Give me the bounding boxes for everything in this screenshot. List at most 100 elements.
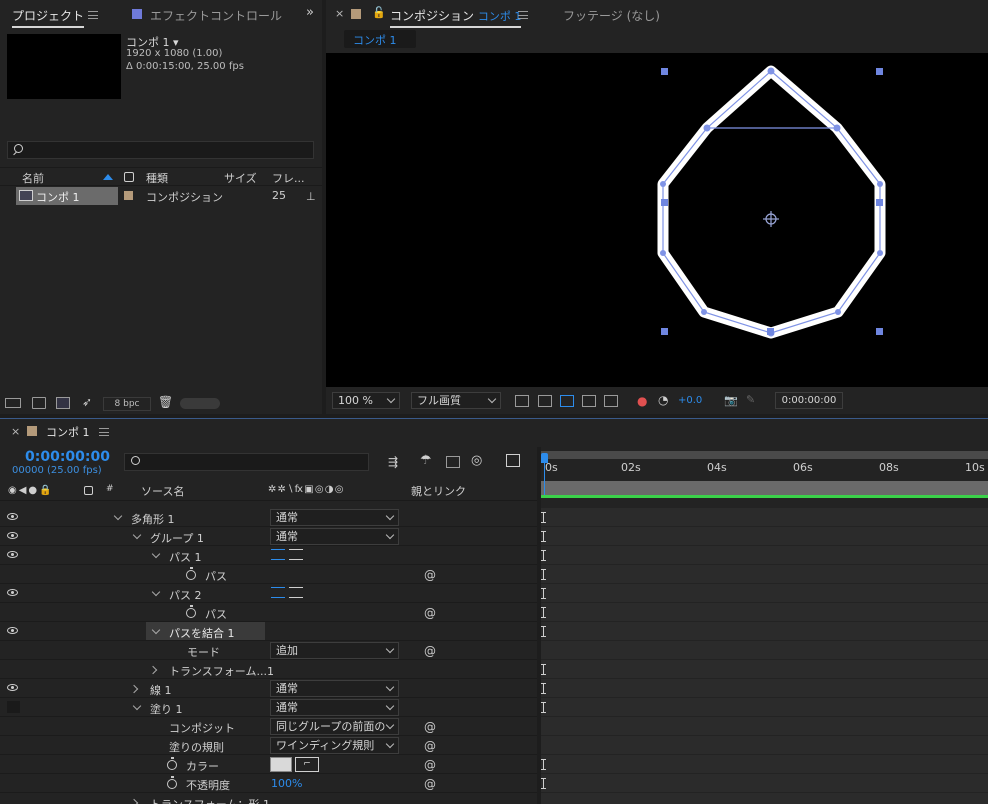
col-type[interactable]: 種類 xyxy=(146,170,168,186)
stopwatch-icon[interactable] xyxy=(167,776,177,789)
eye-icon[interactable] xyxy=(7,627,18,634)
layer-name[interactable]: パス 1 xyxy=(169,549,202,565)
tab-project[interactable]: プロジェクト xyxy=(12,7,85,28)
motion-blur-icon[interactable]: ◎ xyxy=(471,453,482,468)
quality-select[interactable]: フル画質 xyxy=(411,392,501,409)
track-row[interactable] xyxy=(541,508,988,527)
bpc-button[interactable]: 8 bpc xyxy=(103,397,151,411)
color-swatch[interactable] xyxy=(270,757,292,772)
color-channels-icon[interactable]: ● xyxy=(637,394,647,408)
chevron-right-icon[interactable] xyxy=(129,798,139,804)
layer-row[interactable]: グループ 1 通常 xyxy=(0,527,537,546)
keyframe-ibeam-icon[interactable] xyxy=(541,531,548,542)
col-size[interactable]: サイズ xyxy=(224,170,257,186)
layer-name[interactable]: グループ 1 xyxy=(150,530,204,546)
track-row[interactable] xyxy=(541,793,988,804)
chevron-down-icon[interactable] xyxy=(151,549,161,559)
track-row[interactable] xyxy=(541,717,988,736)
bbox-handle-br[interactable] xyxy=(876,328,883,335)
project-menu-icon[interactable] xyxy=(88,11,98,19)
project-row[interactable]: コンポ 1 コンポジション 25 ⊥ xyxy=(0,186,322,205)
blend-mode-select[interactable]: 通常 xyxy=(270,680,399,697)
track-row[interactable] xyxy=(541,565,988,584)
exposure-reset-icon[interactable]: ◔ xyxy=(658,393,668,407)
chevron-down-icon[interactable] xyxy=(151,587,161,597)
zoom-select[interactable]: 100 % xyxy=(332,392,400,409)
keyframe-ibeam-icon[interactable] xyxy=(541,607,548,618)
layer-row[interactable]: 不透明度 100% @ xyxy=(0,774,537,793)
layer-name[interactable]: 塗り 1 xyxy=(150,701,183,717)
show-snapshot-icon[interactable]: ✎ xyxy=(746,393,755,406)
region-of-interest-icon[interactable] xyxy=(582,395,596,407)
track-row[interactable] xyxy=(541,755,988,774)
layer-row[interactable]: カラー ⌐ @ xyxy=(0,755,537,774)
pickwhip-icon[interactable]: @ xyxy=(424,758,436,772)
layer-name[interactable]: コンポジット xyxy=(169,720,235,736)
eye-icon[interactable] xyxy=(7,684,18,691)
track-row[interactable] xyxy=(541,679,988,698)
keyframe-ibeam-icon[interactable] xyxy=(541,588,548,599)
pickwhip-icon[interactable]: @ xyxy=(424,606,436,620)
track-row[interactable] xyxy=(541,584,988,603)
tab-composition[interactable]: コンポジション コンポ 1 xyxy=(390,7,522,28)
new-folder-icon[interactable] xyxy=(32,397,46,409)
comp-breadcrumb[interactable]: コンポ 1 xyxy=(344,30,416,48)
layer-row[interactable]: パス @ xyxy=(0,565,537,584)
track-row[interactable] xyxy=(541,603,988,622)
track-row[interactable] xyxy=(541,660,988,679)
keyframe-ibeam-icon[interactable] xyxy=(541,626,548,637)
transparency-grid-icon[interactable] xyxy=(538,395,552,407)
stopwatch-icon[interactable] xyxy=(167,757,177,770)
composition-mini-flowchart-icon[interactable]: ⇶ xyxy=(388,455,398,469)
track-row[interactable] xyxy=(541,698,988,717)
layer-row[interactable]: パス @ xyxy=(0,603,537,622)
comp-timecode[interactable]: 0:00:00:00 xyxy=(775,392,843,409)
chevron-down-icon[interactable] xyxy=(132,701,142,711)
stopwatch-icon[interactable] xyxy=(186,605,196,618)
grid-guides-icon[interactable] xyxy=(604,395,618,407)
path-direction-reverse-icon[interactable] xyxy=(289,587,303,598)
layer-name[interactable]: トランスフォーム：形 1 xyxy=(150,796,270,804)
bbox-handle-bl[interactable] xyxy=(661,328,668,335)
path-direction-reverse-icon[interactable] xyxy=(289,549,303,560)
track-row[interactable] xyxy=(541,527,988,546)
time-ruler[interactable]: 0s 02s 04s 06s 08s 10s xyxy=(541,449,988,483)
blend-mode-select[interactable]: 通常 xyxy=(270,699,399,716)
blend-mode-select[interactable]: 通常 xyxy=(270,509,399,526)
snapshot-icon[interactable]: 📷 xyxy=(724,394,738,407)
fast-preview-icon[interactable] xyxy=(515,395,529,407)
col-source-name[interactable]: ソース名 xyxy=(141,483,184,499)
layer-name[interactable]: 塗りの規則 xyxy=(169,739,224,755)
layer-name[interactable]: モード xyxy=(187,644,220,660)
delete-icon[interactable]: 🗑 xyxy=(158,395,173,409)
layer-name[interactable]: パス xyxy=(205,606,227,622)
timeline-menu-icon[interactable] xyxy=(99,428,109,436)
layer-row[interactable]: パス 2 xyxy=(0,584,537,603)
close-icon[interactable]: × xyxy=(11,425,20,438)
close-icon[interactable]: × xyxy=(335,7,344,20)
layer-row[interactable]: パスを結合 1 xyxy=(0,622,537,641)
work-area-bar[interactable] xyxy=(541,451,988,459)
render-icon[interactable]: ➶ xyxy=(82,395,92,409)
track-row[interactable] xyxy=(541,546,988,565)
graph-editor-icon[interactable] xyxy=(506,454,520,467)
keyframe-ibeam-icon[interactable] xyxy=(541,512,548,523)
mask-visibility-icon[interactable] xyxy=(560,395,574,407)
shy-layers-icon[interactable]: ☂ xyxy=(420,453,432,468)
exposure-value[interactable]: +0.0 xyxy=(678,395,702,406)
stopwatch-icon[interactable] xyxy=(186,567,196,580)
visibility-off-box[interactable] xyxy=(7,701,20,713)
flowchart-icon[interactable]: ⊥ xyxy=(306,190,316,203)
tab-timeline[interactable]: コンポ 1 xyxy=(46,424,90,440)
current-time[interactable]: 0:00:00:00 xyxy=(25,449,110,465)
layer-row[interactable]: トランスフォーム...1 xyxy=(0,660,537,679)
shape-layer-drawing[interactable] xyxy=(326,53,988,387)
eyedropper-icon[interactable]: ⌐ xyxy=(295,757,319,772)
opacity-value[interactable]: 100% xyxy=(271,777,302,790)
composite-select[interactable]: 同じグループの前面の xyxy=(270,718,399,735)
timeline-search-input[interactable] xyxy=(124,453,369,471)
layer-row[interactable]: トランスフォーム：形 1 xyxy=(0,793,537,804)
eye-icon[interactable] xyxy=(7,589,18,596)
track-row[interactable] xyxy=(541,641,988,660)
bbox-handle-bm[interactable] xyxy=(767,328,774,335)
